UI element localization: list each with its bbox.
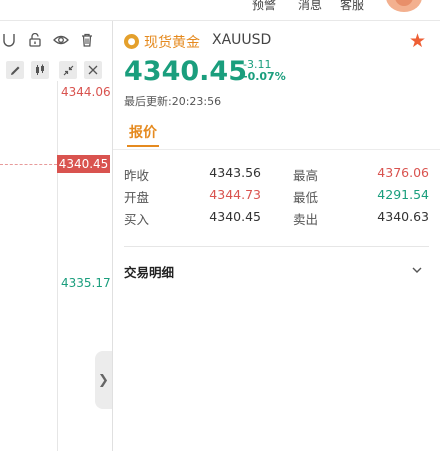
chevron-down-icon[interactable] xyxy=(411,261,423,280)
tab-divider xyxy=(113,149,440,150)
close-icon[interactable] xyxy=(84,61,102,79)
collapse-panel-handle[interactable]: ❯ xyxy=(95,351,112,409)
tab-quote[interactable]: 报价 xyxy=(129,122,157,142)
nav-alert-link[interactable]: 预警 xyxy=(252,0,276,13)
quote-label-open: 开盘 xyxy=(124,190,150,205)
nav-customer-service-link[interactable]: 客服 xyxy=(340,0,364,13)
trash-icon[interactable] xyxy=(78,31,96,49)
axis-label-high: 4344.06 xyxy=(61,85,111,99)
unlock-icon[interactable] xyxy=(26,31,44,49)
current-price-tag: 4340.45 xyxy=(57,155,110,173)
chevron-right-icon: ❯ xyxy=(98,372,109,388)
quote-label-low: 最低 xyxy=(293,190,319,205)
section-divider xyxy=(124,246,429,247)
avatar[interactable] xyxy=(386,0,422,12)
quote-value-high: 4376.06 xyxy=(377,165,429,180)
quote-value-prev-close: 4343.56 xyxy=(209,165,261,180)
nav-messages-link[interactable]: 消息 xyxy=(298,0,322,13)
quote-label-ask: 卖出 xyxy=(293,212,319,227)
quote-label-bid: 买入 xyxy=(124,212,150,227)
axis-label-low: 4335.17 xyxy=(61,276,111,290)
magnet-icon[interactable] xyxy=(0,31,18,49)
collapse-arrows-icon[interactable] xyxy=(59,61,77,79)
eye-icon[interactable] xyxy=(52,31,70,49)
quote-panel: ● 现货黄金 XAUUSD ★ 4340.45 -3.11 -0.07% 最后更… xyxy=(113,21,440,451)
product-symbol: XAUUSD xyxy=(212,32,272,48)
chart-panel: 4344.06 4340.45 4335.17 ❯ xyxy=(0,21,112,451)
star-icon[interactable]: ★ xyxy=(409,30,426,52)
quote-label-prev-close: 昨收 xyxy=(124,168,150,183)
current-price-line xyxy=(0,164,57,165)
draw-tool-button[interactable] xyxy=(6,61,24,79)
price-axis xyxy=(57,81,58,451)
last-update-time: 最后更新:20:23:56 xyxy=(124,95,222,108)
product-name: 现货黄金 xyxy=(144,35,200,51)
gold-coin-icon: ● xyxy=(124,34,139,49)
quote-value-low: 4291.54 xyxy=(377,187,429,202)
quote-value-open: 4344.73 xyxy=(209,187,261,202)
price-change-percent: -0.07% xyxy=(243,70,286,83)
quote-label-high: 最高 xyxy=(293,168,319,183)
trade-details-toggle[interactable]: 交易明细 xyxy=(124,262,174,281)
quote-value-ask: 4340.63 xyxy=(377,209,429,224)
quote-value-bid: 4340.45 xyxy=(209,209,261,224)
top-navigation: 预警 消息 客服 xyxy=(0,0,440,20)
active-tab-indicator xyxy=(127,145,159,147)
candlestick-icon[interactable] xyxy=(31,61,49,79)
last-price: 4340.45 xyxy=(124,56,247,87)
chart-toolbar xyxy=(0,59,112,81)
